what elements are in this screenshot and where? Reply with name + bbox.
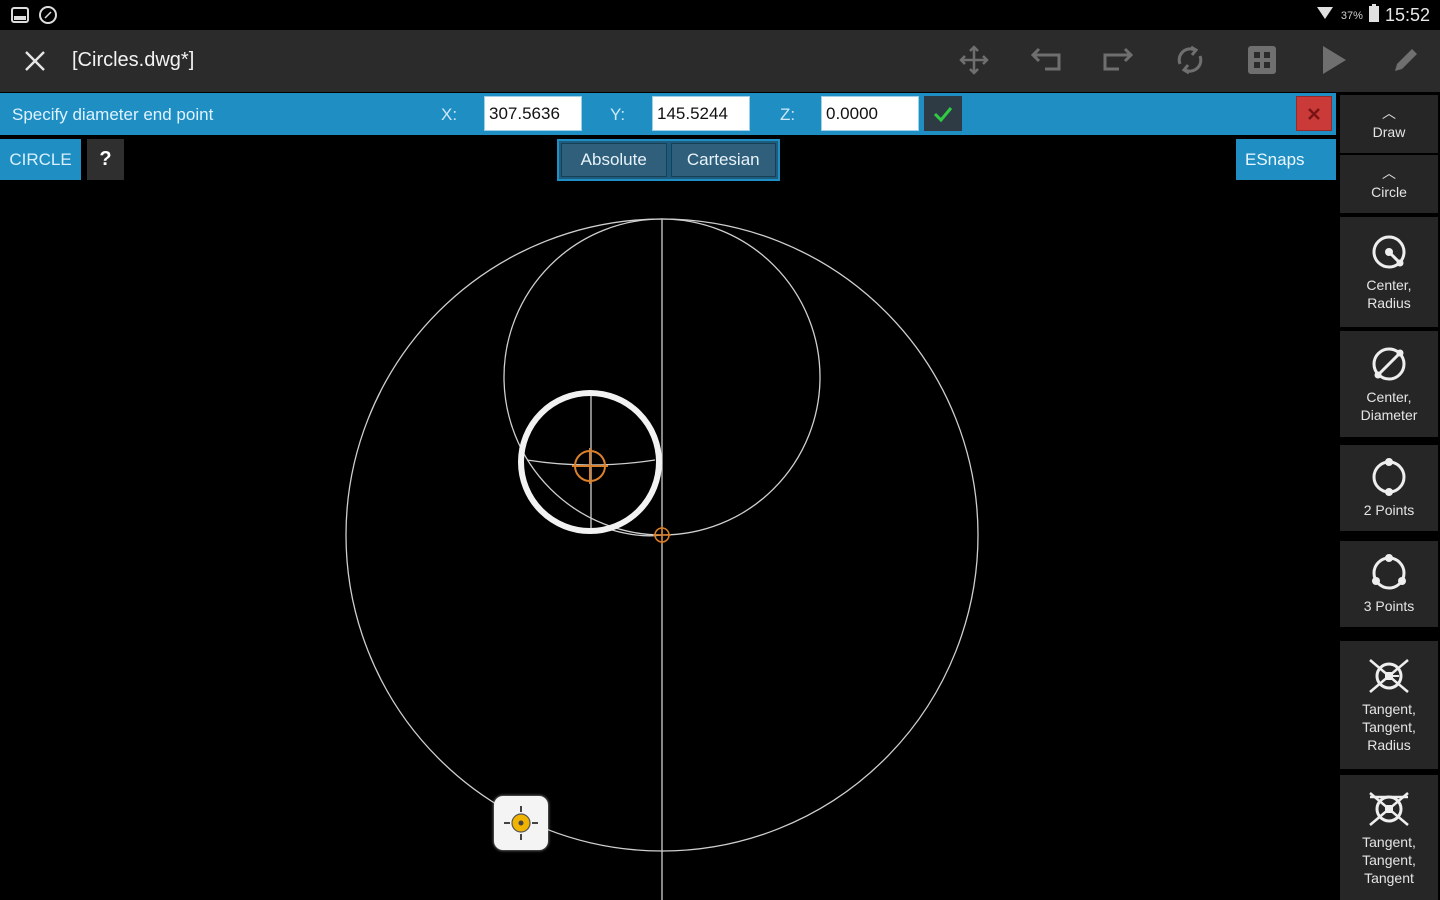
absolute-toggle[interactable]: Absolute <box>561 143 667 177</box>
close-button[interactable] <box>18 44 52 78</box>
caret-up-icon: ︿ <box>1382 165 1396 181</box>
pencil-icon <box>1395 49 1417 71</box>
document-title: [Circles.dwg*] <box>72 49 195 71</box>
circle-menu-label: Circle <box>1371 184 1407 200</box>
command-bar: Specify diameter end point X: Y: Z: <box>0 93 1336 135</box>
redo-button[interactable] <box>1098 40 1138 80</box>
snap-marker-button[interactable] <box>494 796 548 850</box>
ttt-label: Tangent, Tangent, Tangent <box>1362 833 1416 886</box>
circle-3-points-icon <box>1372 554 1406 590</box>
drawing-canvas[interactable] <box>0 182 1336 900</box>
grid-button[interactable] <box>1242 40 1282 80</box>
three-points-label: 3 Points <box>1363 598 1415 614</box>
drawing-svg <box>345 218 979 900</box>
caret-up-icon: ︿ <box>1382 105 1396 121</box>
x-label: X: <box>441 105 458 124</box>
refresh-icon <box>1177 45 1203 75</box>
y-label: Y: <box>610 105 626 124</box>
confirm-button[interactable] <box>924 96 962 131</box>
circle-ttt-icon <box>1369 791 1409 826</box>
snap-point-tangent <box>653 526 671 544</box>
circle-ttr-icon <box>1369 659 1409 693</box>
z-label: Z: <box>780 105 796 124</box>
top-toolbar: [Circles.dwg*] <box>0 30 1440 92</box>
draw-menu-button[interactable]: ︿ Draw <box>1340 95 1438 153</box>
help-button[interactable]: ? <box>87 139 124 180</box>
undo-icon <box>1030 47 1061 71</box>
circle-center-radius-icon <box>1372 235 1406 269</box>
z-input[interactable] <box>821 96 919 131</box>
circle-center-diameter-icon <box>1372 347 1406 381</box>
draw-menu-label: Draw <box>1372 124 1406 140</box>
right-panel: ︿ Draw ︿ Circle Center, Radius Center, D… <box>1338 93 1440 900</box>
check-icon <box>933 106 953 122</box>
circle-center-diameter-button[interactable]: Center, Diameter <box>1340 331 1438 437</box>
cancel-button[interactable] <box>1296 96 1332 131</box>
play-button[interactable] <box>1314 40 1354 80</box>
close-icon <box>25 51 45 71</box>
wifi-icon <box>1315 4 1335 27</box>
status-bar: 37% 15:52 <box>0 0 1440 30</box>
center-radius-label: Center, Radius <box>1366 277 1412 311</box>
ttr-label: Tangent, Tangent, Radius <box>1362 701 1416 753</box>
circle-ttt-button[interactable]: Tangent, Tangent, Tangent <box>1340 775 1438 900</box>
move-button[interactable] <box>954 40 994 80</box>
snap-point-center <box>572 448 608 484</box>
close-icon <box>1308 107 1320 120</box>
battery-percent: 37% <box>1340 9 1363 22</box>
cartesian-toggle[interactable]: Cartesian <box>670 143 776 177</box>
circle-2-points-button[interactable]: 2 Points <box>1340 445 1438 531</box>
undo-button[interactable] <box>1026 40 1066 80</box>
clock: 15:52 <box>1384 5 1430 25</box>
command-name-button[interactable]: CIRCLE <box>0 139 81 180</box>
circle-menu-button[interactable]: ︿ Circle <box>1340 155 1438 213</box>
coordinate-mode-toggle: Absolute Cartesian <box>557 139 780 181</box>
command-prompt: Specify diameter end point <box>12 105 214 124</box>
circle-center-radius-button[interactable]: Center, Radius <box>1340 217 1438 327</box>
gallery-icon <box>10 5 30 30</box>
esnaps-button[interactable]: ESnaps <box>1236 139 1336 180</box>
play-icon <box>1323 46 1346 74</box>
x-input[interactable] <box>484 96 582 131</box>
redo-icon <box>1103 47 1134 71</box>
circle-ttr-button[interactable]: Tangent, Tangent, Radius <box>1340 641 1438 769</box>
target-icon <box>504 806 538 840</box>
pencil-button[interactable] <box>1386 40 1426 80</box>
circle-3-points-button[interactable]: 3 Points <box>1340 541 1438 627</box>
refresh-button[interactable] <box>1170 40 1210 80</box>
circle-2-points-icon <box>1372 458 1406 496</box>
two-points-label: 2 Points <box>1363 502 1415 518</box>
center-diameter-label: Center, Diameter <box>1360 389 1418 423</box>
grid-icon <box>1248 46 1276 74</box>
y-input[interactable] <box>652 96 750 131</box>
compass-icon <box>38 5 58 30</box>
move-icon <box>959 45 989 75</box>
battery-icon <box>1368 4 1379 27</box>
